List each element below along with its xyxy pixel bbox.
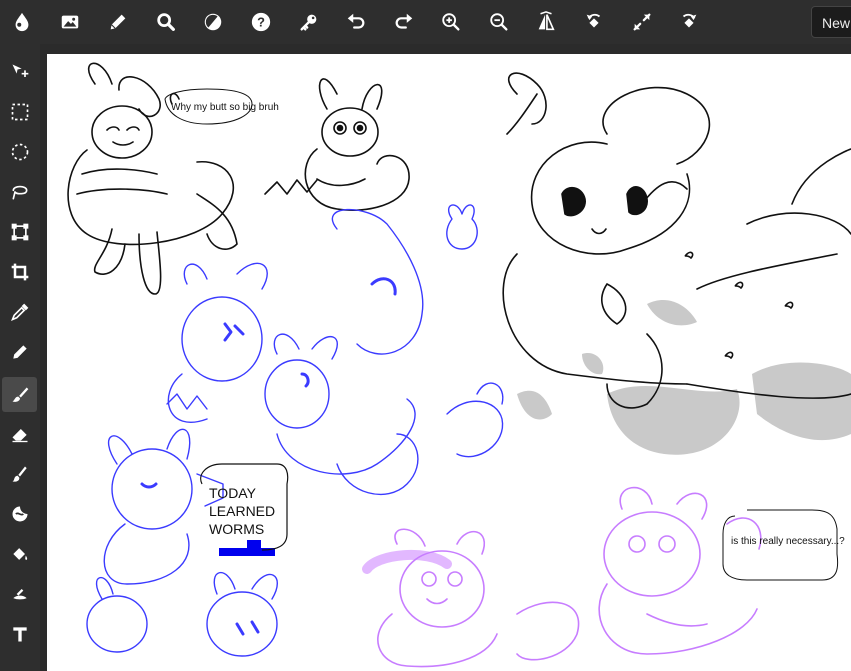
redo-icon[interactable] [388, 6, 420, 38]
pen-tool-button[interactable] [2, 334, 37, 369]
new-button[interactable]: New [811, 6, 851, 38]
crop-tool-button[interactable] [2, 254, 37, 289]
text-tool-button[interactable] [2, 616, 37, 651]
blend-tool-button[interactable] [2, 496, 37, 531]
rect-select-icon [11, 103, 28, 120]
brush-icon [12, 387, 28, 402]
rect-select-tool-button[interactable] [2, 94, 37, 129]
pencil-icon[interactable] [102, 6, 134, 38]
annotation-middle: TODAY LEARNED WORMS [200, 463, 289, 551]
lasso-tool-button[interactable] [2, 174, 37, 209]
smudge-tool-button[interactable] [2, 456, 37, 491]
rotate-right-icon[interactable] [673, 6, 705, 38]
gradient-icon [12, 588, 27, 599]
brush-tool-button[interactable] [2, 377, 37, 412]
top-toolbar: ? New [0, 0, 851, 44]
pen-icon [12, 344, 27, 359]
smudge-icon [12, 466, 27, 482]
annotation-middle-line-3: WORMS [209, 521, 264, 537]
text-icon [12, 626, 27, 641]
move-icon [12, 64, 28, 77]
eraser-icon [12, 428, 27, 442]
gradient-tool-button[interactable] [2, 576, 37, 611]
blend-icon [12, 506, 27, 521]
help-icon[interactable]: ? [245, 6, 277, 38]
zoom-out-icon[interactable] [483, 6, 515, 38]
transform-icon [11, 223, 28, 240]
rotate-left-icon[interactable] [578, 6, 610, 38]
ellipse-select-tool-button[interactable] [2, 134, 37, 169]
move-tool-button[interactable] [2, 54, 37, 89]
annotation-top: Why my butt so big bruh [164, 88, 279, 125]
eyedropper-icon [10, 303, 28, 321]
annotation-right-text: is this really necessary...? [731, 536, 845, 547]
key-icon[interactable] [293, 6, 325, 38]
transform-tool-button[interactable] [2, 214, 37, 249]
crop-icon [11, 263, 28, 280]
flip-icon[interactable] [530, 6, 562, 38]
app-logo-icon[interactable] [6, 6, 38, 38]
blue-sketch-layer [86, 204, 504, 657]
purple-sketch-layer [362, 486, 762, 668]
paint-bucket-icon [12, 547, 27, 560]
tool-sidebar [0, 44, 40, 671]
annotation-top-text: Why my butt so big bruh [171, 102, 279, 113]
eraser-tool-button[interactable] [2, 416, 37, 451]
undo-icon[interactable] [340, 6, 372, 38]
svg-text:?: ? [257, 15, 265, 30]
annotation-right: is this really necessary...? [722, 509, 845, 581]
adjust-icon[interactable] [197, 6, 229, 38]
fullscreen-icon[interactable] [626, 6, 658, 38]
fill-tool-button[interactable] [2, 536, 37, 571]
annotation-middle-line-2: LEARNED [209, 503, 275, 519]
image-icon[interactable] [54, 6, 86, 38]
search-icon[interactable] [150, 6, 182, 38]
shading-layer [517, 300, 851, 455]
zoom-in-icon[interactable] [435, 6, 467, 38]
drawing-canvas[interactable]: Why my butt so big bruh TODAY LEARNED WO… [47, 54, 851, 671]
ellipse-select-icon [11, 143, 28, 160]
lasso-icon [12, 185, 28, 199]
annotation-middle-line-1: TODAY [209, 485, 257, 501]
eyedropper-tool-button[interactable] [2, 294, 37, 329]
